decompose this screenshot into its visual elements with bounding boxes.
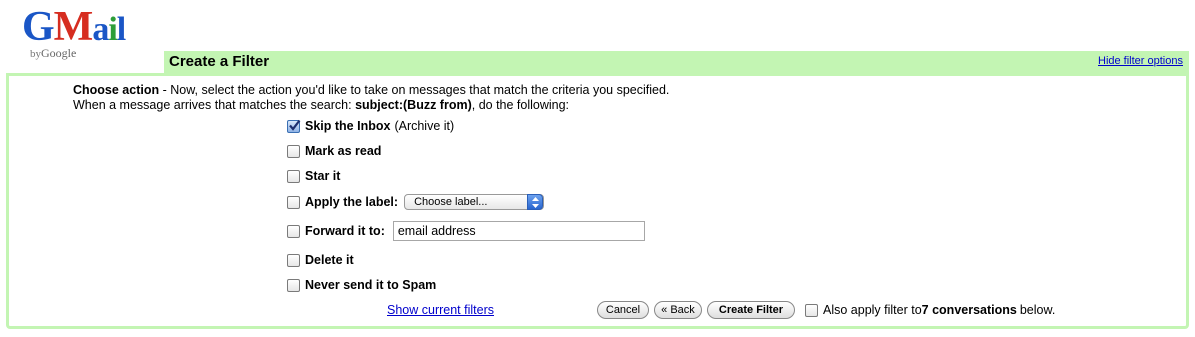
- search-query: subject:(Buzz from): [355, 98, 472, 112]
- conversation-count: 7 conversations: [921, 303, 1017, 317]
- by-google-label: byGoogle: [30, 46, 76, 61]
- select-arrows-icon: [527, 194, 544, 210]
- action-skip-inbox: Skip the Inbox (Archive it): [287, 117, 454, 135]
- action-star: Star it: [287, 167, 344, 185]
- star-checkbox[interactable]: [287, 169, 300, 183]
- skip-inbox-label: Skip the Inbox: [305, 119, 391, 133]
- page-title: Create a Filter: [169, 53, 270, 70]
- show-current-filters-link[interactable]: Show current filters: [387, 303, 494, 317]
- action-delete: Delete it: [287, 251, 358, 269]
- cancel-button[interactable]: Cancel: [597, 301, 649, 319]
- choose-action-text: - Now, select the action you'd like to t…: [159, 83, 670, 97]
- filter-header-bar: Create a Filter Hide filter options: [164, 51, 1189, 73]
- hide-filter-options-link[interactable]: Hide filter options: [1098, 55, 1183, 67]
- logo-letter-l: l: [116, 11, 127, 48]
- also-apply-option: Also apply filter to 7 conversations bel…: [805, 303, 1055, 317]
- also-apply-checkbox[interactable]: [805, 303, 818, 317]
- delete-label: Delete it: [305, 253, 354, 267]
- delete-checkbox[interactable]: [287, 253, 300, 267]
- logo-letter-g: G: [22, 4, 55, 50]
- forward-label: Forward it to:: [305, 224, 385, 238]
- action-apply-label: Apply the label: Choose label...: [287, 193, 545, 211]
- forward-checkbox[interactable]: [287, 224, 300, 238]
- mark-read-label: Mark as read: [305, 144, 382, 158]
- apply-label-checkbox[interactable]: [287, 195, 300, 209]
- back-button[interactable]: « Back: [654, 301, 702, 319]
- intro-text: Choose action - Now, select the action y…: [73, 83, 669, 113]
- intro-line2-suffix: , do the following:: [471, 98, 570, 112]
- intro-line-1: Choose action - Now, select the action y…: [73, 83, 669, 98]
- label-select[interactable]: Choose label...: [404, 194, 545, 210]
- logo-letter-a: a: [92, 11, 109, 48]
- never-spam-checkbox[interactable]: [287, 278, 300, 292]
- choose-action-label: Choose action: [73, 83, 160, 97]
- skip-inbox-note: (Archive it): [394, 119, 455, 133]
- logo-letter-i: i: [108, 11, 118, 48]
- forward-email-input[interactable]: [392, 221, 645, 241]
- action-forward: Forward it to:: [287, 221, 645, 241]
- create-filter-button[interactable]: Create Filter: [707, 301, 795, 319]
- logo-by-text: by: [30, 48, 41, 60]
- also-apply-suffix: below.: [1019, 303, 1056, 317]
- logo-letter-m: M: [53, 4, 94, 50]
- mark-read-checkbox[interactable]: [287, 144, 300, 158]
- label-select-value: Choose label...: [414, 196, 488, 208]
- filter-panel: Choose action - Now, select the action y…: [6, 73, 1189, 329]
- intro-line2-prefix: When a message arrives that matches the …: [73, 98, 356, 112]
- action-never-spam: Never send it to Spam: [287, 276, 440, 294]
- also-apply-prefix: Also apply filter to: [823, 303, 922, 317]
- intro-line-2: When a message arrives that matches the …: [73, 98, 669, 113]
- apply-label-label: Apply the label:: [305, 195, 399, 209]
- never-spam-label: Never send it to Spam: [305, 278, 437, 292]
- star-label: Star it: [305, 169, 341, 183]
- logo-google-text: Google: [41, 46, 77, 60]
- skip-inbox-checkbox[interactable]: [287, 119, 301, 133]
- checkmark-icon: [289, 119, 301, 131]
- action-mark-read: Mark as read: [287, 142, 385, 160]
- gmail-logo[interactable]: GMail byGoogle: [22, 4, 152, 60]
